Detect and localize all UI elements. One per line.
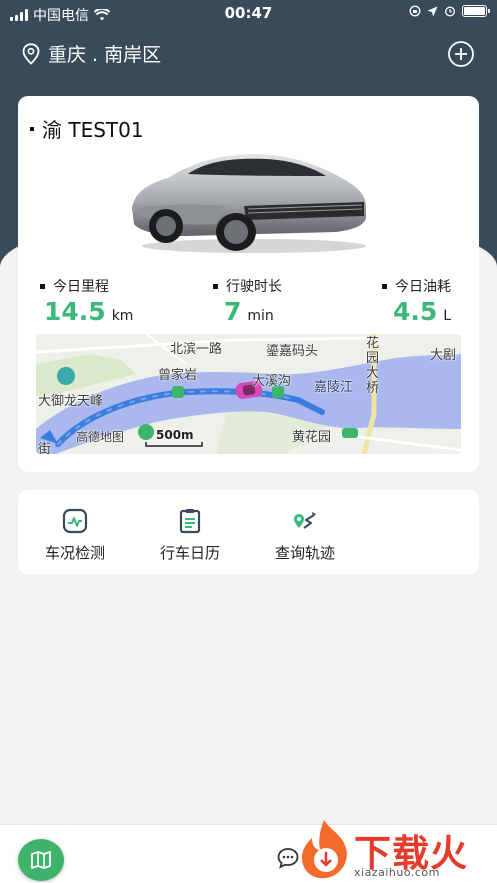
alarm-icon	[445, 6, 455, 17]
driving-calendar-button[interactable]: 行车日历	[145, 508, 235, 563]
plate-number: 渝 TEST01	[42, 118, 144, 142]
map-button[interactable]	[18, 839, 64, 881]
plate-row: 渝 TEST01	[30, 114, 144, 143]
stat-duration-value: 7 min	[224, 297, 274, 326]
calendar-clipboard-icon	[179, 509, 201, 534]
stat-unit: min	[247, 308, 274, 324]
orientation-lock-icon	[409, 5, 421, 17]
action-label: 车况检测	[44, 544, 105, 562]
stat-number: 4.5	[393, 297, 438, 326]
stat-fuel-label: 今日油耗	[382, 276, 451, 296]
stat-label-text: 今日油耗	[395, 279, 451, 295]
stat-unit: L	[443, 308, 452, 324]
map-label-place: 大御龙天峰	[38, 394, 104, 409]
watermark: 下载火 xiazaihuo.com	[296, 818, 496, 883]
action-label: 行车日历	[159, 544, 220, 562]
trip-map[interactable]: 北滨一路 鎏嘉码头 大剧 曾家岩 大溪沟 嘉陵江 花园大桥 大御龙天峰 高德地图…	[36, 334, 461, 454]
bullet	[382, 283, 387, 289]
stat-unit: km	[111, 308, 134, 324]
stat-fuel-value: 4.5 L	[393, 297, 451, 326]
stat-mileage-value: 14.5 km	[44, 297, 133, 326]
stat-number: 14.5	[44, 297, 106, 326]
map-label-road: 北滨一路	[170, 342, 223, 357]
stat-label-text: 今日里程	[53, 279, 109, 295]
map-label-river: 嘉陵江	[314, 380, 354, 395]
map-label-place: 大溪沟	[252, 374, 292, 389]
bullet	[213, 283, 218, 289]
query-track-button[interactable]: 查询轨迹	[260, 508, 350, 563]
location-pin-icon	[22, 42, 40, 65]
map-icon	[31, 851, 51, 869]
map-label-place: 曾家岩	[158, 368, 198, 383]
map-label-logo: 高德地图	[76, 430, 125, 444]
flame-logo-icon	[302, 820, 347, 879]
vehicle-card[interactable]: 渝 TEST01 今日里程 行驶时长 今日油耗 14.5 km 7 min 4.5 L	[18, 96, 479, 472]
track-route-icon	[294, 512, 316, 529]
map-label-place: 街	[38, 442, 52, 454]
map-label-place: 鎏嘉码头	[266, 344, 319, 359]
stat-number: 7	[224, 297, 242, 326]
add-circle-icon[interactable]	[447, 40, 475, 68]
battery-icon	[462, 5, 490, 17]
location-text: 重庆 . 南岸区	[48, 44, 162, 66]
stat-duration-label: 行驶时长	[213, 276, 282, 296]
stat-mileage-label: 今日里程	[40, 276, 109, 296]
location-selector[interactable]: 重庆 . 南岸区	[22, 40, 161, 67]
map-label-place: 黄花园	[292, 430, 332, 445]
map-scale-label: 500m	[156, 428, 194, 442]
plate-bullet	[30, 126, 34, 131]
car-image	[132, 154, 366, 253]
vehicle-check-icon	[62, 508, 88, 534]
action-label: 查询轨迹	[274, 544, 335, 562]
map-label-bridge: 花园大桥	[366, 336, 380, 396]
vehicle-check-button[interactable]: 车况检测	[30, 508, 120, 563]
watermark-url: xiazaihuo.com	[354, 866, 440, 879]
status-bar: 中国电信 00:47	[0, 0, 497, 26]
bullet	[40, 283, 45, 289]
stat-label-text: 行驶时长	[226, 279, 282, 295]
actions-card: 车况检测 行车日历 查询轨迹	[18, 490, 479, 574]
status-right	[409, 5, 490, 17]
location-arrow-icon	[427, 6, 438, 16]
map-label-place: 大剧	[430, 348, 457, 363]
